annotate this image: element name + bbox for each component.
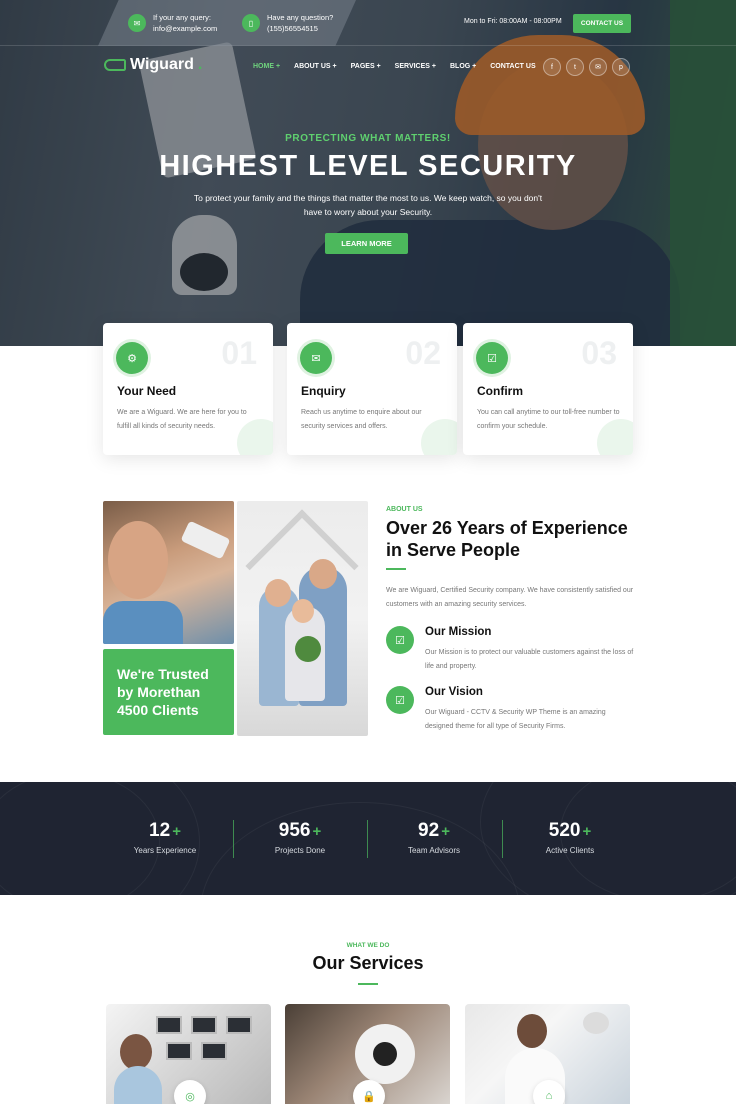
nav-home[interactable]: HOME + bbox=[253, 63, 280, 70]
nav-pages[interactable]: PAGES + bbox=[351, 63, 381, 70]
plus-icon: + bbox=[441, 823, 450, 840]
stat-divider bbox=[502, 820, 503, 858]
service-card-installation[interactable]: 🔒 bbox=[285, 1004, 450, 1104]
mail-icon: ✉ bbox=[128, 14, 146, 32]
about-tag: ABOUT US bbox=[386, 506, 423, 513]
step-card: 03 ☑ Confirm You can call anytime to our… bbox=[463, 323, 633, 455]
contact-us-button[interactable]: CONTACT US bbox=[573, 14, 631, 33]
hero-description: To protect your family and the things th… bbox=[193, 193, 543, 217]
camera-icon: ⌂ bbox=[533, 1080, 565, 1104]
installer-photo bbox=[103, 501, 234, 644]
facebook-icon[interactable]: f bbox=[543, 58, 561, 76]
checkbox-icon: ☑ bbox=[386, 626, 414, 654]
feature-text: Our Mission is to protect our valuable c… bbox=[425, 649, 634, 670]
stat-label: Team Advisors bbox=[407, 846, 461, 855]
top-bar: ✉ If your any query: info@example.com ▯ … bbox=[0, 0, 736, 46]
stat-years: 12 + Years Experience bbox=[100, 820, 230, 855]
mail-icon: ✉ bbox=[300, 342, 332, 374]
gear-icon: ⚙ bbox=[116, 342, 148, 374]
nav-contact-us[interactable]: CONTACT US bbox=[490, 63, 535, 70]
stat-label: Projects Done bbox=[274, 846, 326, 855]
phone-icon: ▯ bbox=[242, 14, 260, 32]
pinterest-icon[interactable]: p bbox=[612, 58, 630, 76]
question-info: ▯ Have any question? (155)56554515 bbox=[242, 12, 333, 34]
plus-icon: + bbox=[172, 823, 181, 840]
nav-services[interactable]: SERVICES + bbox=[395, 63, 436, 70]
nav-about-us[interactable]: ABOUT US + bbox=[294, 63, 337, 70]
family-photo bbox=[237, 501, 368, 736]
about-title: Over 26 Years of Experience in Serve Peo… bbox=[386, 518, 628, 560]
step-title: Enquiry bbox=[301, 384, 346, 398]
plus-icon: + bbox=[582, 823, 592, 840]
hero-tagline: PROTECTING WHAT MATTERS! bbox=[285, 133, 451, 144]
lock-icon: 🔒 bbox=[353, 1080, 385, 1104]
feature-title: Our Vision bbox=[425, 686, 483, 698]
feature-title: Our Mission bbox=[425, 626, 492, 638]
working-hours: Mon to Fri: 08:00AM - 08:00PM bbox=[464, 18, 562, 25]
question-phone[interactable]: (155)56554515 bbox=[267, 24, 318, 33]
about-text: We are Wiguard, Certified Security compa… bbox=[386, 587, 634, 608]
checkbox-icon: ☑ bbox=[476, 342, 508, 374]
nav-menu: HOME + ABOUT US + PAGES + SERVICES + BLO… bbox=[253, 63, 536, 70]
trusted-clients-box: We're Trusted by Morethan 4500 Clients bbox=[103, 649, 234, 735]
logo-text: Wiguard bbox=[130, 56, 194, 73]
hero-title: HIGHEST LEVEL SECURITY bbox=[159, 150, 577, 182]
logo-dot: . bbox=[197, 56, 203, 73]
service-card-maintenance[interactable]: ⌂ bbox=[465, 1004, 630, 1104]
fingerprint-icon: ◎ bbox=[174, 1080, 206, 1104]
stat-value: 956 bbox=[278, 820, 311, 841]
step-title: Confirm bbox=[477, 384, 523, 398]
services-title: Our Services bbox=[312, 953, 424, 973]
feature-text: Our Wiguard - CCTV & Security WP Theme i… bbox=[425, 709, 606, 730]
title-underline bbox=[358, 983, 378, 985]
step-card: 02 ✉ Enquiry Reach us anytime to enquire… bbox=[287, 323, 457, 455]
title-underline bbox=[386, 568, 406, 570]
twitter-icon[interactable]: t bbox=[566, 58, 584, 76]
query-email[interactable]: info@example.com bbox=[153, 24, 217, 33]
query-label: If your any query: bbox=[153, 13, 211, 22]
step-number: 01 bbox=[221, 335, 257, 371]
stat-value: 12 bbox=[149, 820, 171, 841]
stat-value: 92 bbox=[418, 820, 440, 841]
stat-label: Years Experience bbox=[133, 846, 197, 855]
service-card-monitoring[interactable]: ◎ bbox=[106, 1004, 271, 1104]
query-info: ✉ If your any query: info@example.com bbox=[128, 12, 217, 34]
checkbox-icon: ☑ bbox=[386, 686, 414, 714]
stat-divider bbox=[233, 820, 234, 858]
stat-advisors: 92 + Team Advisors bbox=[369, 820, 499, 855]
stat-projects: 956 + Projects Done bbox=[235, 820, 365, 855]
stat-value: 520 bbox=[548, 820, 581, 841]
main-navbar: Wiguard. HOME + ABOUT US + PAGES + SERVI… bbox=[0, 50, 736, 84]
site-logo[interactable]: Wiguard. bbox=[104, 56, 202, 74]
hero-section: ✉ If your any query: info@example.com ▯ … bbox=[0, 0, 736, 346]
email-icon[interactable]: ✉ bbox=[589, 58, 607, 76]
step-number: 02 bbox=[405, 335, 441, 371]
stat-clients: 520 + Active Clients bbox=[505, 820, 635, 855]
camera-logo-icon bbox=[104, 59, 126, 71]
nav-blog[interactable]: BLOG + bbox=[450, 63, 476, 70]
question-label: Have any question? bbox=[267, 13, 334, 22]
stats-section: 12 + Years Experience 956 + Projects Done … bbox=[0, 782, 736, 895]
social-links: f t ✉ p bbox=[543, 58, 630, 76]
step-number: 03 bbox=[581, 335, 617, 371]
step-card: 01 ⚙ Your Need We are a Wiguard. We are … bbox=[103, 323, 273, 455]
services-tag: WHAT WE DO bbox=[346, 942, 390, 949]
learn-more-button[interactable]: LEARN MORE bbox=[325, 233, 408, 254]
stat-divider bbox=[367, 820, 368, 858]
step-title: Your Need bbox=[117, 384, 177, 398]
plus-icon: + bbox=[312, 823, 322, 840]
stat-label: Active Clients bbox=[545, 846, 595, 855]
